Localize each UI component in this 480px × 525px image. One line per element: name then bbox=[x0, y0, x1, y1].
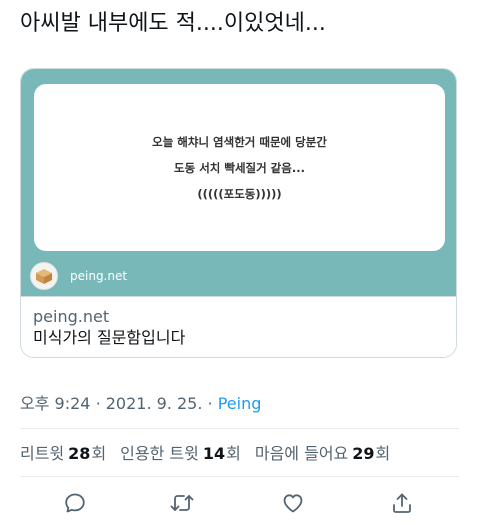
quotes-unit: 회 bbox=[226, 444, 241, 463]
divider bbox=[20, 428, 459, 429]
card-image-line-1: 오늘 해챠니 염색한거 때문에 당분간 bbox=[152, 134, 327, 149]
retweets-unit: 회 bbox=[91, 444, 107, 463]
quotes-stat[interactable]: 인용한 트윗 14회 bbox=[120, 440, 241, 464]
retweet-icon bbox=[170, 495, 194, 511]
card-image-brand: peing.net bbox=[30, 261, 127, 291]
card-title: 미식가의 질문함입니다 bbox=[33, 328, 186, 347]
retweet-button[interactable] bbox=[167, 488, 197, 518]
meta-separator: · bbox=[207, 394, 213, 413]
likes-count: 29 bbox=[352, 444, 375, 463]
likes-label: 마음에 들어요 bbox=[254, 444, 349, 463]
divider bbox=[20, 476, 459, 477]
tweet-actions bbox=[0, 488, 480, 518]
card-image-line-3: (((((포도동))))) bbox=[197, 186, 282, 201]
likes-unit: 회 bbox=[375, 444, 391, 463]
meta-separator: · bbox=[95, 394, 101, 413]
like-button[interactable] bbox=[278, 488, 308, 518]
reply-button[interactable] bbox=[60, 488, 90, 518]
share-icon bbox=[393, 493, 411, 513]
share-button[interactable] bbox=[387, 488, 417, 518]
like-icon bbox=[283, 494, 303, 513]
tweet-source-link[interactable]: Peing bbox=[218, 394, 262, 413]
tweet-meta: 오후 9:24 · 2021. 9. 25. · Peing bbox=[20, 390, 261, 414]
tweet-text: 아씨발 내부에도 적....이있엇네... bbox=[20, 11, 326, 36]
reply-icon bbox=[65, 493, 85, 513]
retweets-count: 28 bbox=[68, 444, 91, 463]
retweets-stat[interactable]: 리트윗 28회 bbox=[20, 440, 106, 464]
likes-stat[interactable]: 마음에 들어요 29회 bbox=[255, 440, 390, 464]
quotes-label: 인용한 트윗 bbox=[120, 444, 199, 463]
tweet-time[interactable]: 오후 9:24 bbox=[20, 394, 90, 413]
quotes-count: 14 bbox=[202, 444, 226, 463]
card-image-brand-name: peing.net bbox=[70, 269, 128, 283]
retweets-label: 리트윗 bbox=[20, 444, 65, 463]
card-domain: peing.net bbox=[33, 307, 110, 326]
box-icon bbox=[30, 262, 58, 290]
tweet-stats: 리트윗 28회 인용한 트윗 14회 마음에 들어요 29회 bbox=[20, 440, 404, 464]
card-image-message-box: 오늘 해챠니 염색한거 때문에 당분간 도동 서치 빡세질거 같음... (((… bbox=[34, 84, 445, 251]
tweet-date[interactable]: 2021. 9. 25. bbox=[106, 394, 203, 413]
card-info[interactable]: peing.net 미식가의 질문함입니다 bbox=[21, 296, 456, 357]
card-image-line-2: 도동 서치 빡세질거 같음... bbox=[174, 160, 305, 175]
card-image[interactable]: 오늘 해챠니 염색한거 때문에 당분간 도동 서치 빡세질거 같음... (((… bbox=[21, 69, 456, 296]
link-card[interactable]: 오늘 해챠니 염색한거 때문에 당분간 도동 서치 빡세질거 같음... (((… bbox=[20, 68, 457, 358]
